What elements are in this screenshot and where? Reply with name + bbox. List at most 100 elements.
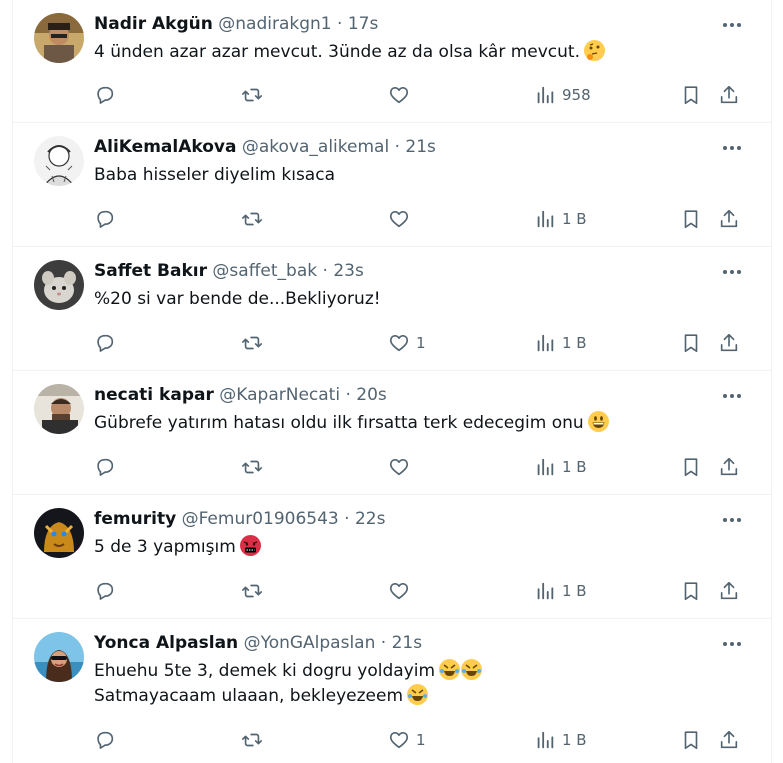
reply-icon <box>97 458 114 476</box>
user-handle[interactable]: @Femur01906543 <box>182 509 339 529</box>
reply-icon <box>97 334 114 352</box>
display-name[interactable]: Saffet Bakır <box>94 261 207 281</box>
separator-dot: · <box>317 261 334 281</box>
bookmark-button[interactable] <box>680 578 702 604</box>
timestamp[interactable]: 20s <box>356 385 387 405</box>
reply-button[interactable] <box>94 82 122 108</box>
tweet-text: Ehuehu 5te 3, demek ki dogru yoldayim Sa… <box>94 659 741 709</box>
tweet-header: femurity @Femur01906543 · 22s <box>94 508 385 530</box>
like-button[interactable] <box>388 82 416 108</box>
retweet-icon <box>242 336 262 350</box>
share-button[interactable] <box>718 82 740 108</box>
avatar[interactable] <box>34 136 84 186</box>
bookmark-button[interactable] <box>680 82 702 108</box>
share-button[interactable] <box>718 727 740 753</box>
views-button[interactable]: 1 B <box>534 206 587 232</box>
tweet[interactable]: Yonca Alpaslan @YonGAlpaslan · 21s Ehueh… <box>13 619 771 763</box>
reply-icon <box>97 582 114 600</box>
more-options-icon[interactable] <box>715 259 749 285</box>
display-name[interactable]: Yonca Alpaslan <box>94 633 238 653</box>
timestamp[interactable]: 22s <box>355 509 386 529</box>
retweet-button[interactable] <box>241 82 269 108</box>
tweet-line: 5 de 3 yapmışım <box>94 537 236 557</box>
timestamp[interactable]: 21s <box>392 633 423 653</box>
bookmark-button[interactable] <box>680 330 702 356</box>
tweet-header: Saffet Bakır @saffet_bak · 23s <box>94 260 364 282</box>
like-button[interactable] <box>388 454 416 480</box>
avatar[interactable] <box>34 13 84 63</box>
share-button[interactable] <box>718 330 740 356</box>
tweet[interactable]: necati kapar @KaparNecati · 20s Gübrefe … <box>13 371 771 495</box>
tweet[interactable]: Nadir Akgün @nadirakgn1 · 17s 4 ünden az… <box>13 0 771 123</box>
more-options-icon[interactable] <box>715 135 749 161</box>
heart-icon <box>389 335 409 352</box>
bookmark-icon <box>684 582 698 601</box>
more-options-icon[interactable] <box>715 383 749 409</box>
bookmark-button[interactable] <box>680 454 702 480</box>
tweet-line: %20 si var bende de...Bekliyoruz! <box>94 289 381 309</box>
separator-dot: · <box>389 137 406 157</box>
views-button[interactable]: 1 B <box>534 330 587 356</box>
view-count: 1 B <box>562 731 587 749</box>
rolling-laughing-face-emoji <box>407 684 429 705</box>
share-button[interactable] <box>718 206 740 232</box>
reply-button[interactable] <box>94 578 122 604</box>
views-button[interactable]: 1 B <box>534 454 587 480</box>
timestamp[interactable]: 23s <box>333 261 364 281</box>
reply-button[interactable] <box>94 727 122 753</box>
retweet-button[interactable] <box>241 330 269 356</box>
tweet[interactable]: AliKemalAkova @akova_alikemal · 21s Baba… <box>13 123 771 247</box>
tweet-line-2: Satmayacaam ulaaan, bekleyezeem <box>94 684 741 709</box>
bookmark-icon <box>684 210 698 229</box>
tweet-line: Baba hisseler diyelim kısaca <box>94 165 335 185</box>
heart-icon <box>389 583 409 600</box>
user-handle[interactable]: @YonGAlpaslan <box>244 633 376 653</box>
views-button[interactable]: 958 <box>534 82 591 108</box>
retweet-button[interactable] <box>241 578 269 604</box>
display-name[interactable]: femurity <box>94 509 176 529</box>
tweet-line: Satmayacaam ulaaan, bekleyezeem <box>94 686 404 706</box>
heart-icon <box>389 87 409 104</box>
retweet-button[interactable] <box>241 454 269 480</box>
more-options-icon[interactable] <box>715 12 749 38</box>
user-handle[interactable]: @saffet_bak <box>212 261 317 281</box>
like-button[interactable]: 1 <box>388 330 426 356</box>
share-button[interactable] <box>718 578 740 604</box>
like-button[interactable] <box>388 206 416 232</box>
user-handle[interactable]: @KaparNecati <box>219 385 340 405</box>
timestamp[interactable]: 21s <box>405 137 436 157</box>
retweet-icon <box>242 460 262 474</box>
avatar[interactable] <box>34 508 84 558</box>
avatar[interactable] <box>34 260 84 310</box>
tweet[interactable]: Saffet Bakır @saffet_bak · 23s %20 si va… <box>13 247 771 371</box>
grinning-face-emoji <box>587 411 609 432</box>
bookmark-button[interactable] <box>680 727 702 753</box>
display-name[interactable]: AliKemalAkova <box>94 137 236 157</box>
view-count: 958 <box>562 86 591 104</box>
bookmark-button[interactable] <box>680 206 702 232</box>
retweet-button[interactable] <box>241 206 269 232</box>
share-icon <box>720 85 738 104</box>
reply-button[interactable] <box>94 454 122 480</box>
share-button[interactable] <box>718 454 740 480</box>
display-name[interactable]: Nadir Akgün <box>94 14 213 34</box>
more-options-icon[interactable] <box>715 507 749 533</box>
user-handle[interactable]: @nadirakgn1 <box>218 14 331 34</box>
retweet-button[interactable] <box>241 727 269 753</box>
like-button[interactable] <box>388 578 416 604</box>
timestamp[interactable]: 17s <box>348 14 379 34</box>
reply-button[interactable] <box>94 330 122 356</box>
like-button[interactable]: 1 <box>388 727 426 753</box>
avatar[interactable] <box>34 384 84 434</box>
more-options-icon[interactable] <box>715 631 749 657</box>
reply-button[interactable] <box>94 206 122 232</box>
tweet-header: necati kapar @KaparNecati · 20s <box>94 384 387 406</box>
user-handle[interactable]: @akova_alikemal <box>242 137 389 157</box>
display-name[interactable]: necati kapar <box>94 385 214 405</box>
views-button[interactable]: 1 B <box>534 578 587 604</box>
views-button[interactable]: 1 B <box>534 727 587 753</box>
bookmark-icon <box>684 334 698 353</box>
avatar[interactable] <box>34 632 84 682</box>
tweet[interactable]: femurity @Femur01906543 · 22s 5 de 3 yap… <box>13 495 771 619</box>
tweet-header: Yonca Alpaslan @YonGAlpaslan · 21s <box>94 632 422 654</box>
